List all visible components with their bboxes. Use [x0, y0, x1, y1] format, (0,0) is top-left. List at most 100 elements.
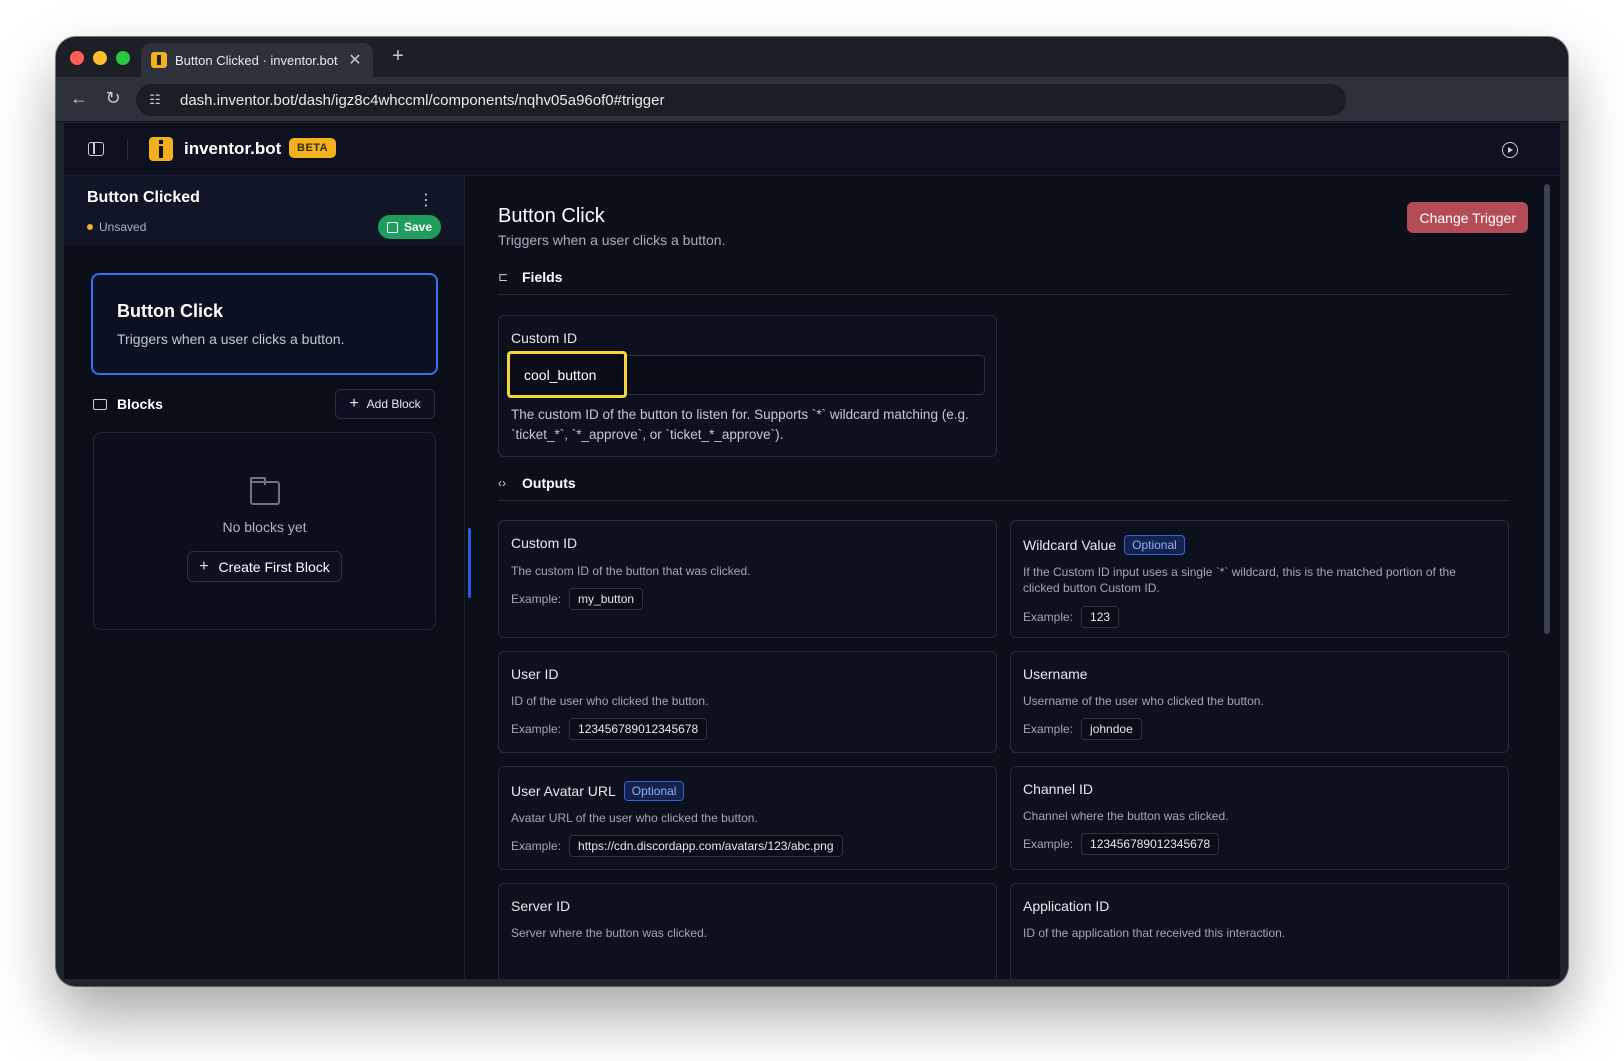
app-header: inventor.bot BETA — [64, 123, 1560, 176]
tag-icon: ⊏ — [498, 270, 509, 284]
workflow-sidebar: Button Clicked ⋮ Unsaved Save Button Cli… — [64, 176, 465, 979]
back-arrow-icon[interactable]: ← — [68, 88, 90, 109]
close-tab-icon[interactable]: ✕ — [347, 50, 363, 70]
example-label: Example: — [511, 592, 562, 606]
output-title: Username — [1023, 666, 1088, 682]
fields-divider — [498, 294, 1509, 295]
optional-badge: Optional — [1124, 535, 1185, 555]
blocks-heading: Blocks — [93, 396, 163, 412]
add-block-button[interactable]: + Add Block — [335, 389, 435, 419]
output-title: Application ID — [1023, 898, 1109, 914]
outputs-heading: ‹› Outputs — [498, 475, 576, 491]
output-description: Channel where the button was clicked. — [1023, 809, 1229, 823]
example-value: 123 — [1081, 606, 1120, 628]
create-first-block-button[interactable]: + Create First Block — [187, 551, 342, 582]
example-value: https://cdn.discordapp.com/avatars/123/a… — [569, 835, 843, 857]
fields-heading: ⊏ Fields — [498, 269, 562, 285]
scrollbar[interactable] — [1544, 184, 1550, 634]
example-label: Example: — [1023, 722, 1074, 736]
header-divider — [127, 140, 128, 160]
page-subtitle: Triggers when a user clicks a button. — [498, 232, 726, 248]
output-example: Example: https://cdn.discordapp.com/avat… — [511, 835, 843, 857]
trigger-card[interactable]: Button Click Triggers when a user clicks… — [91, 273, 438, 375]
save-status-text: Unsaved — [99, 220, 147, 234]
logo-icon — [149, 137, 173, 161]
change-trigger-button[interactable]: Change Trigger — [1407, 202, 1528, 233]
output-title-text: User Avatar URL — [511, 783, 616, 799]
optional-badge: Optional — [623, 781, 685, 801]
address-bar[interactable]: ☷ dash.inventor.bot/dash/igz8c4whccml/co… — [136, 84, 1346, 116]
example-value: my_button — [569, 588, 644, 610]
output-example: Example: 123456789012345678 — [511, 718, 708, 740]
output-card-user-id: User ID ID of the user who clicked the b… — [498, 651, 997, 753]
example-value: 123456789012345678 — [569, 718, 708, 740]
custom-id-input[interactable]: cool_button — [507, 351, 627, 398]
trigger-card-description: Triggers when a user clicks a button. — [117, 331, 345, 347]
browser-toolbar: ← ↻ ☷ dash.inventor.bot/dash/igz8c4whccm… — [56, 77, 1568, 122]
example-label: Example: — [511, 839, 562, 853]
url-text: dash.inventor.bot/dash/igz8c4whccml/comp… — [180, 91, 665, 109]
workflow-header: Button Clicked ⋮ Unsaved Save — [64, 176, 464, 246]
custom-id-label: Custom ID — [511, 330, 578, 346]
browser-window: Button Clicked · inventor.bot ✕ + ← ↻ ☷ … — [56, 37, 1568, 986]
output-card-server-id: Server ID Server where the button was cl… — [498, 883, 997, 979]
output-description: Username of the user who clicked the but… — [1023, 694, 1264, 708]
output-card-application-id: Application ID ID of the application tha… — [1010, 883, 1509, 979]
folder-open-icon — [249, 477, 280, 505]
custom-id-field-card: Custom ID cool_button The custom ID of t… — [498, 315, 997, 457]
example-value: 123456789012345678 — [1081, 833, 1220, 855]
page-title: Button Click — [498, 205, 605, 227]
output-card-custom-id: Custom ID The custom ID of the button th… — [498, 520, 997, 638]
output-title-text: Wildcard Value — [1023, 537, 1117, 553]
output-title-text: Channel ID — [1023, 781, 1094, 797]
save-button[interactable]: Save — [377, 215, 441, 239]
new-tab-button[interactable]: + — [386, 45, 410, 68]
fields-heading-label: Fields — [522, 269, 563, 285]
trigger-editor: Button Click Triggers when a user clicks… — [473, 176, 1560, 979]
output-description: ID of the application that received this… — [1023, 926, 1286, 940]
save-button-label: Save — [403, 220, 432, 234]
output-description: If the Custom ID input uses a single `*`… — [1023, 565, 1456, 595]
close-window-button[interactable] — [70, 51, 84, 65]
output-example: Example: johndoe — [1023, 718, 1142, 740]
minimize-window-button[interactable] — [93, 51, 107, 65]
maximize-window-button[interactable] — [116, 51, 130, 65]
output-description: The custom ID of the button that was cli… — [511, 564, 751, 578]
output-title-text: Custom ID — [511, 535, 578, 551]
workflow-title: Button Clicked — [87, 189, 200, 206]
favicon-icon — [151, 52, 167, 68]
output-description: ID of the user who clicked the button. — [511, 694, 709, 708]
brand-name: inventor.bot — [184, 139, 282, 158]
output-title-text: Server ID — [511, 898, 571, 914]
output-card-wildcard-value: Wildcard Value Optional If the Custom ID… — [1010, 520, 1509, 638]
output-title: User ID — [511, 666, 558, 682]
sidebar-toggle-icon[interactable] — [88, 142, 104, 156]
output-title-text: Application ID — [1023, 898, 1110, 914]
play-circle-icon[interactable] — [1502, 142, 1518, 158]
code-icon: ‹› — [498, 476, 506, 490]
app-root: inventor.bot BETA Button Clicked ⋮ Unsav… — [64, 123, 1560, 979]
reload-icon[interactable]: ↻ — [102, 88, 124, 109]
output-description: Server where the button was clicked. — [511, 926, 708, 940]
example-label: Example: — [1023, 837, 1074, 851]
folder-icon — [93, 398, 107, 410]
add-block-label: Add Block — [366, 397, 421, 411]
output-title: Channel ID — [1023, 781, 1093, 797]
browser-tab[interactable]: Button Clicked · inventor.bot ✕ — [141, 43, 373, 77]
example-value: johndoe — [1081, 718, 1142, 740]
site-info-icon[interactable]: ☷ — [146, 91, 164, 109]
more-options-icon[interactable]: ⋮ — [418, 190, 434, 210]
panel-resize-handle[interactable] — [468, 528, 471, 598]
empty-state-text: No blocks yet — [222, 519, 307, 535]
example-label: Example: — [1023, 610, 1074, 624]
output-example: Example: 123456789012345678 — [1023, 833, 1220, 855]
example-label: Example: — [511, 722, 562, 736]
output-title-text: User ID — [511, 666, 559, 682]
output-card-username: Username Username of the user who clicke… — [1010, 651, 1509, 753]
window-controls — [70, 51, 130, 65]
output-title: Wildcard Value Optional — [1023, 535, 1185, 555]
status-dot-icon — [87, 224, 93, 230]
blocks-heading-label: Blocks — [117, 396, 163, 412]
output-title: Custom ID — [511, 535, 577, 551]
output-title: Server ID — [511, 898, 570, 914]
